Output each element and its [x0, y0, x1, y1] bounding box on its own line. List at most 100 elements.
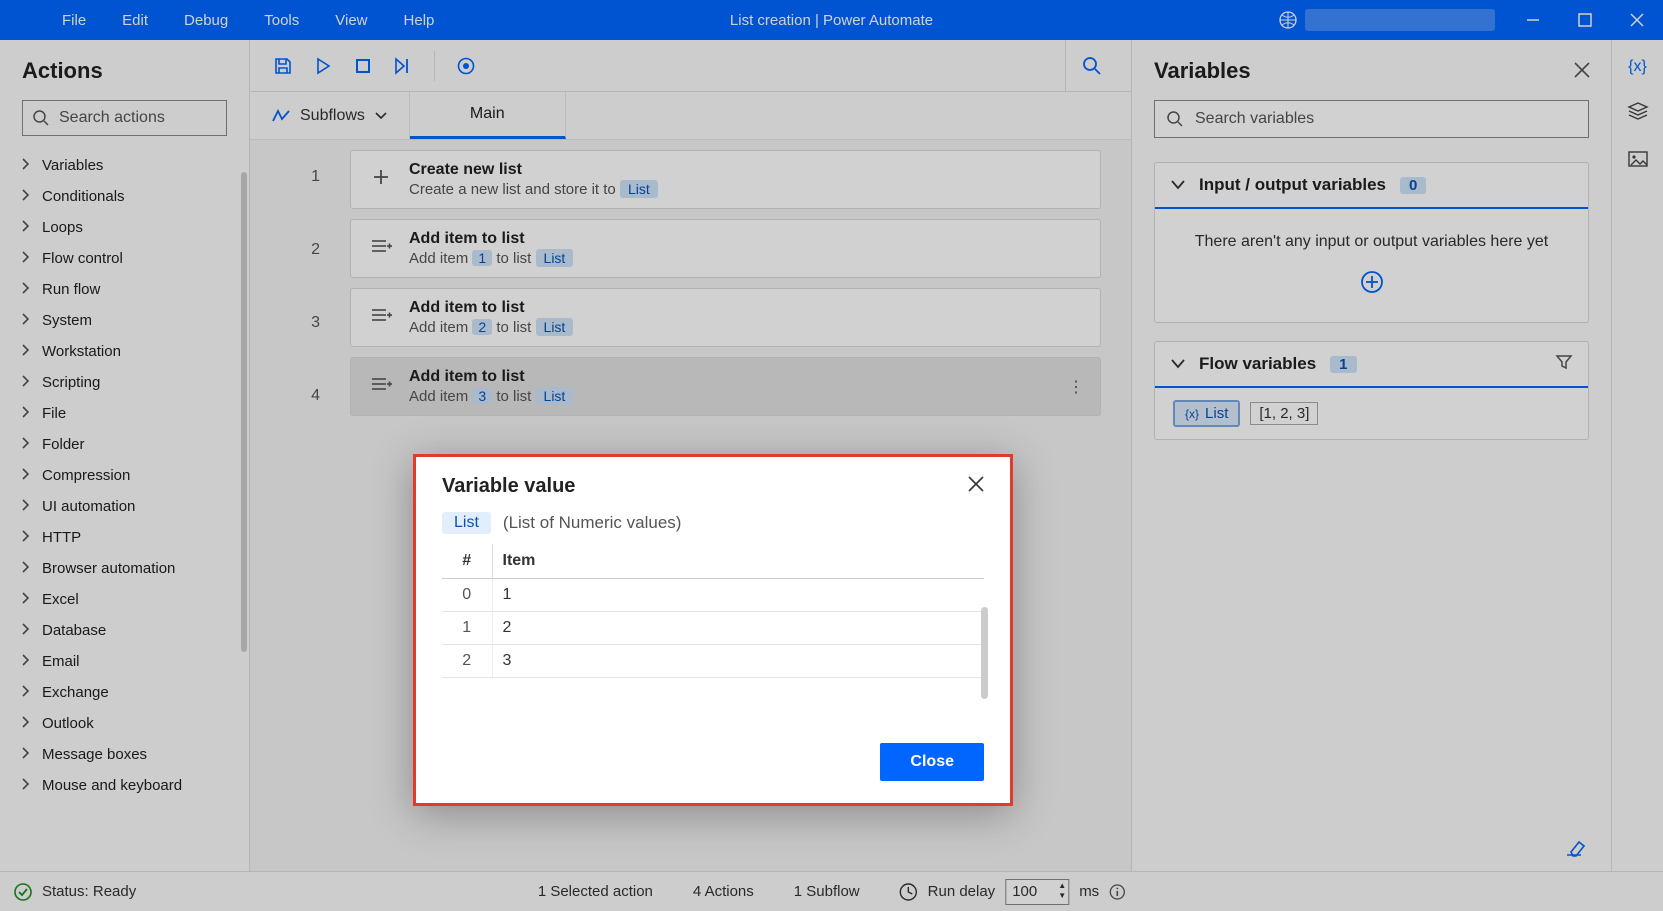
close-window-button[interactable]	[1611, 0, 1663, 40]
chevron-right-icon	[22, 405, 30, 422]
table-row[interactable]: 12	[442, 612, 984, 645]
chevron-down-icon	[1171, 180, 1185, 190]
actions-search[interactable]: Search actions	[22, 100, 227, 136]
chevron-right-icon	[22, 157, 30, 174]
actions-panel: Actions Search actions VariablesConditio…	[0, 40, 250, 871]
action-category[interactable]: Database	[0, 615, 249, 646]
actions-scrollbar[interactable]	[241, 172, 247, 652]
action-category[interactable]: Email	[0, 646, 249, 677]
dialog-close-button[interactable]	[968, 476, 984, 497]
stop-button[interactable]	[344, 47, 382, 85]
action-category[interactable]: Conditionals	[0, 181, 249, 212]
table-row[interactable]: 23	[442, 645, 984, 678]
record-button[interactable]	[447, 47, 485, 85]
step-button[interactable]	[384, 47, 422, 85]
action-category[interactable]: Workstation	[0, 336, 249, 367]
action-category[interactable]: Folder	[0, 429, 249, 460]
flow-step[interactable]: Add item to listAdd item 3 to list List⋮	[350, 357, 1101, 416]
main-menu: File Edit Debug Tools View Help	[0, 0, 452, 40]
chevron-down-icon	[1171, 359, 1185, 369]
status-selected: 1 Selected action	[538, 883, 653, 900]
minimize-button[interactable]	[1507, 0, 1559, 40]
action-category[interactable]: Exchange	[0, 677, 249, 708]
image-icon	[1628, 151, 1648, 167]
chevron-down-icon	[375, 112, 387, 120]
save-button[interactable]	[264, 47, 302, 85]
menu-debug[interactable]: Debug	[166, 0, 246, 40]
clear-variables-button[interactable]	[1565, 843, 1587, 860]
flow-variables-title: Flow variables	[1199, 354, 1316, 374]
action-category[interactable]: Scripting	[0, 367, 249, 398]
action-category[interactable]: Browser automation	[0, 553, 249, 584]
variables-close-button[interactable]	[1575, 61, 1589, 82]
menu-help[interactable]: Help	[386, 0, 453, 40]
globe-grid-icon	[1279, 11, 1297, 29]
run-delay-label: Run delay	[928, 883, 996, 900]
variables-search[interactable]: Search variables	[1154, 100, 1589, 138]
menu-edit[interactable]: Edit	[104, 0, 166, 40]
chevron-right-icon	[22, 436, 30, 453]
action-category[interactable]: Flow control	[0, 243, 249, 274]
subflows-dropdown[interactable]: Subflows	[250, 92, 410, 139]
variables-panel: Variables Search variables Input / outpu…	[1131, 40, 1611, 871]
action-category[interactable]: Outlook	[0, 708, 249, 739]
image-rail-button[interactable]	[1628, 151, 1648, 172]
lineno-col: 1234	[250, 140, 340, 871]
menu-tools[interactable]: Tools	[246, 0, 317, 40]
action-category[interactable]: System	[0, 305, 249, 336]
actions-list[interactable]: Variables Conditionals Loops Flow control Ru…	[0, 150, 249, 871]
action-category[interactable]: HTTP	[0, 522, 249, 553]
chevron-right-icon	[22, 498, 30, 515]
action-category[interactable]: Mouse and keyboard	[0, 770, 249, 801]
designer-search-button[interactable]	[1065, 40, 1117, 92]
close-button[interactable]: Close	[880, 743, 984, 781]
line-number: 2	[250, 213, 340, 286]
action-category-label: Loops	[42, 219, 83, 236]
filter-button[interactable]	[1556, 354, 1572, 374]
flow-step[interactable]: Add item to listAdd item 2 to list List	[350, 288, 1101, 347]
run-button[interactable]	[304, 47, 342, 85]
action-category[interactable]: Excel	[0, 584, 249, 615]
action-category[interactable]: Loops	[0, 212, 249, 243]
action-category[interactable]: UI automation	[0, 491, 249, 522]
step-more-button[interactable]: ⋮	[1068, 377, 1084, 397]
action-category-label: Outlook	[42, 715, 94, 732]
table-scrollbar[interactable]	[981, 607, 988, 699]
search-icon	[1167, 111, 1183, 127]
action-category-label: Workstation	[42, 343, 121, 360]
info-icon[interactable]	[1109, 884, 1125, 900]
action-category[interactable]: Compression	[0, 460, 249, 491]
action-category-label: Run flow	[42, 281, 100, 298]
layers-rail-button[interactable]	[1628, 102, 1648, 125]
value-table: # Item 011223	[442, 544, 984, 678]
table-row[interactable]: 01	[442, 579, 984, 612]
action-category[interactable]: Run flow	[0, 274, 249, 305]
step-title: Add item to list	[409, 368, 573, 386]
action-category-label: Variables	[42, 157, 103, 174]
funnel-icon	[1556, 355, 1572, 369]
user-badge[interactable]	[1267, 6, 1507, 34]
maximize-button[interactable]	[1559, 0, 1611, 40]
run-delay: Run delay 100 ▲▼ ms	[900, 879, 1126, 905]
flow-variables-header[interactable]: Flow variables 1	[1155, 342, 1588, 388]
run-delay-input[interactable]: 100 ▲▼	[1005, 879, 1069, 905]
flow-variable-row[interactable]: {x} List [1, 2, 3]	[1155, 388, 1588, 439]
tab-main[interactable]: Main	[410, 92, 566, 139]
action-category-label: Message boxes	[42, 746, 147, 763]
menu-view[interactable]: View	[317, 0, 385, 40]
io-variables-header[interactable]: Input / output variables 0	[1155, 163, 1588, 209]
status-actions: 4 Actions	[693, 883, 754, 900]
flow-step[interactable]: Create new listCreate a new list and sto…	[350, 150, 1101, 209]
flow-variable-chip[interactable]: {x} List	[1173, 400, 1240, 427]
menu-file[interactable]: File	[44, 0, 104, 40]
spinner-arrows-icon[interactable]: ▲▼	[1058, 881, 1066, 901]
action-category[interactable]: Message boxes	[0, 739, 249, 770]
action-category[interactable]: Variables	[0, 150, 249, 181]
add-io-variable-button[interactable]	[1173, 271, 1570, 298]
step-title: Add item to list	[409, 230, 573, 248]
flow-step[interactable]: Add item to listAdd item 1 to list List	[350, 219, 1101, 278]
variables-rail-button[interactable]: {x}	[1628, 58, 1647, 76]
play-icon	[315, 58, 331, 74]
action-category[interactable]: File	[0, 398, 249, 429]
search-icon	[33, 110, 49, 126]
